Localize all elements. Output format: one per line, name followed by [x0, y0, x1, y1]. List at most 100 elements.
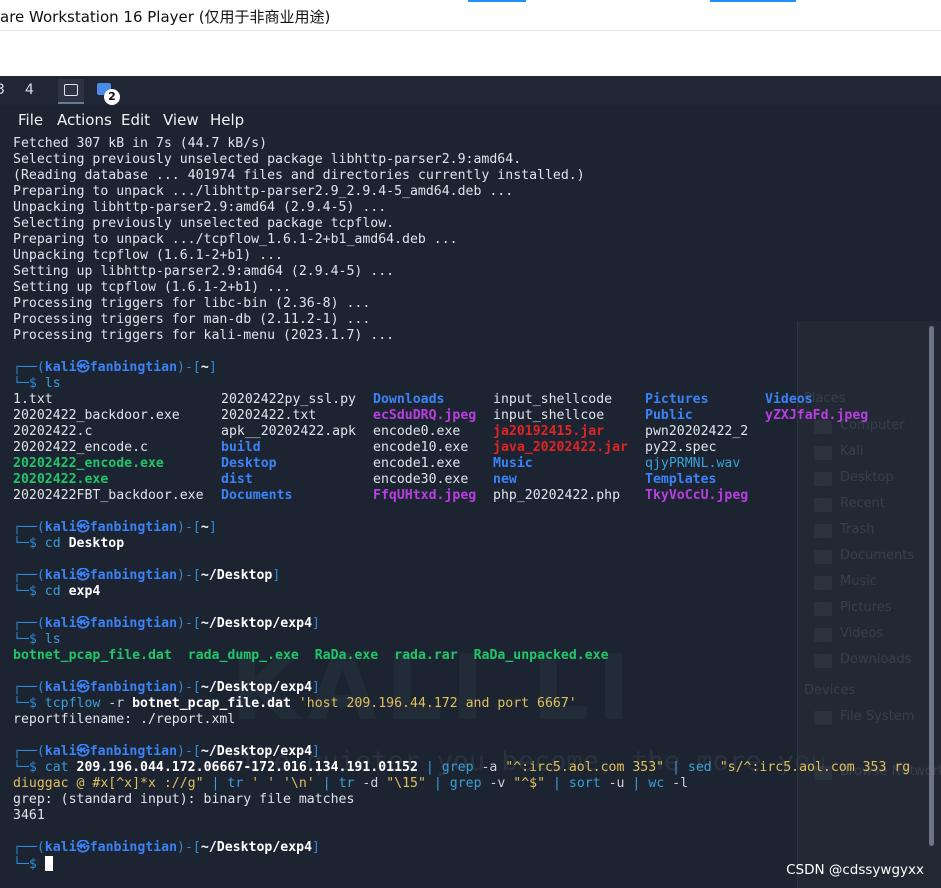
ls-entry: build [221, 440, 261, 455]
command-token: -l [664, 776, 689, 791]
window-count-badge: 2 [104, 89, 120, 105]
csdn-watermark: CSDN @cdssywgyxx [786, 862, 924, 878]
ls-entry: qjyPRMNL.wav [645, 456, 741, 471]
terminal-taskbar-icon[interactable] [58, 79, 84, 104]
ls-row: 20202422_encode.exe Desktop encode1.exe Mus… [13, 456, 928, 472]
ls-home-listing: 1.txt 20202422py_ssl.py Downloads input_she… [13, 392, 928, 504]
command-token: 209.196.044.172.06667-172.016.134.191.01… [76, 760, 418, 775]
command-token: ' ' '\n' [243, 776, 315, 791]
terminal-line: (Reading database ... 401974 files and d… [13, 168, 585, 183]
terminal-menubar: File Actions Edit View Help [0, 106, 941, 134]
ls-entry: input_shellcode [493, 392, 613, 407]
command-token: "\15" [386, 776, 426, 791]
command-token: | [664, 760, 688, 775]
command-token: botnet_pcap_file.dat [132, 696, 291, 711]
command-token: -a [473, 760, 506, 775]
ls-entry: rada.rar [394, 648, 458, 663]
ls-row: 20202422.c apk__20202422.apk encode0.exe ja… [13, 424, 928, 440]
command-token: cd [44, 584, 69, 599]
command-token: diuggac @ #x[^x]*x ://g" [13, 776, 204, 791]
prompt-command: └─$ cd exp4 [13, 584, 101, 599]
text-cursor [44, 856, 53, 871]
terminal-line: Selecting previously unselected package … [13, 216, 395, 231]
ls-row: 20202422.exe dist encode30.exe new Templates [13, 472, 928, 488]
ls-entry: Videos [765, 392, 813, 407]
ls-entry: ja20192415.jar [493, 424, 605, 439]
host-toolbar [0, 30, 941, 76]
ls-entry: encode30.exe [373, 472, 469, 487]
terminal-line: grep: (standard input): binary file matc… [13, 792, 355, 807]
prompt-command: └─$ cat 209.196.044.172.06667-172.016.13… [13, 760, 911, 775]
ls-entry: 20202422.exe [13, 472, 109, 487]
prompt-command: └─$ ls [13, 376, 61, 391]
ls-entry: py22.spec [645, 440, 717, 455]
ls-entry: TkyVoCcU.jpeg [645, 488, 749, 503]
prompt-header: ┌──(kali㉿fanbingtian)-[~/Desktop/exp4] [13, 744, 320, 759]
command-token: ls [44, 632, 61, 647]
ls-entry: 1.txt [13, 392, 53, 407]
prompt-command: └─$ ls [13, 632, 61, 647]
command-token: -v [481, 776, 514, 791]
terminal-line: Unpacking libhttp-parser2.9:amd64 (2.9.4… [13, 200, 387, 215]
menu-edit[interactable]: Edit [121, 111, 150, 129]
command-token: tr [227, 776, 244, 791]
command-token: wc [648, 776, 665, 791]
prompt-header: ┌──(kali㉿fanbingtian)-[~/Desktop] [13, 568, 281, 583]
ls-entry: 20202422py_ssl.py [221, 392, 356, 407]
command-token: -r [100, 696, 133, 711]
terminal-line: Processing triggers for man-db (2.11.2-1… [13, 312, 371, 327]
menu-view[interactable]: View [163, 111, 199, 129]
ls-entry: 20202422.txt [221, 408, 317, 423]
ls-entry: yZXJfaFd.jpeg [765, 408, 869, 423]
ls-entry: ecSduDRQ.jpeg [373, 408, 477, 423]
ls-entry: 20202422FBT_backdoor.exe [13, 488, 204, 503]
command-token: Desktop [68, 536, 125, 551]
command-token: | [417, 760, 442, 775]
command-token: -d [354, 776, 387, 791]
ls-entry: 20202422_encode.c [13, 440, 148, 455]
title-accent [710, 0, 796, 2]
ls-entry: Music [493, 456, 533, 471]
terminal-output[interactable]: Fetched 307 kB in 7s (44.7 kB/s) Selecti… [13, 136, 928, 872]
command-token: "^:irc5.aol.com 353" [505, 760, 665, 775]
prompt-command: └─$ cd Desktop [13, 536, 125, 551]
ls-entry: encode0.exe [373, 424, 461, 439]
ls-entry: encode1.exe [373, 456, 461, 471]
menu-actions[interactable]: Actions [57, 111, 112, 129]
window-title: are Workstation 16 Player (仅用于非商业用途) [0, 8, 331, 26]
ls-entry: botnet_pcap_file.dat [13, 648, 172, 663]
ls-entry: Downloads [373, 392, 445, 407]
ls-entry: input_shellcoe [493, 408, 605, 423]
terminal-scrollbar-thumb[interactable] [929, 326, 934, 846]
kali-taskbar: 3 4 2 [0, 76, 941, 106]
ls-entry: Desktop [221, 456, 277, 471]
ls-exp4-listing: botnet_pcap_file.dat rada_dump_.exe RaDa… [13, 648, 928, 664]
command-token: ls [44, 376, 61, 391]
workspace-4[interactable]: 4 [25, 82, 34, 98]
ls-entry: dist [221, 472, 253, 487]
terminal-line: Preparing to unpack .../libhttp-parser2.… [13, 184, 514, 199]
ls-entry: pwn20202422_2 [645, 424, 749, 439]
command-token: tr [338, 776, 355, 791]
menu-help[interactable]: Help [210, 111, 244, 129]
ls-entry: FfqUHtxd.jpeg [373, 488, 477, 503]
prompt-header: ┌──(kali㉿fanbingtian)-[~] [13, 520, 217, 535]
ls-row: 20202422FBT_backdoor.exe Documents FfqUHtx… [13, 488, 928, 504]
vm-display[interactable]: 3 4 2 KALI LI "the quieter you become, t… [0, 76, 941, 888]
menu-file[interactable]: File [18, 111, 43, 129]
command-token: | [314, 776, 339, 791]
ls-entry: java_20202422.jar [493, 440, 628, 455]
command-token: cat [44, 760, 77, 775]
prompt-command: └─$ tcpflow -r botnet_pcap_file.dat 'hos… [13, 696, 577, 711]
ls-entry: RaDa.exe [314, 648, 379, 663]
workspace-3[interactable]: 3 [0, 82, 5, 98]
ls-row: 20202422_encode.c build encode10.exe java_2… [13, 440, 928, 456]
ls-entry: apk__20202422.apk [221, 424, 356, 439]
prompt-header: ┌──(kali㉿fanbingtian)-[~/Desktop/exp4] [13, 680, 320, 695]
terminal-line: Unpacking tcpflow (1.6.1-2+b1) ... [13, 248, 283, 263]
